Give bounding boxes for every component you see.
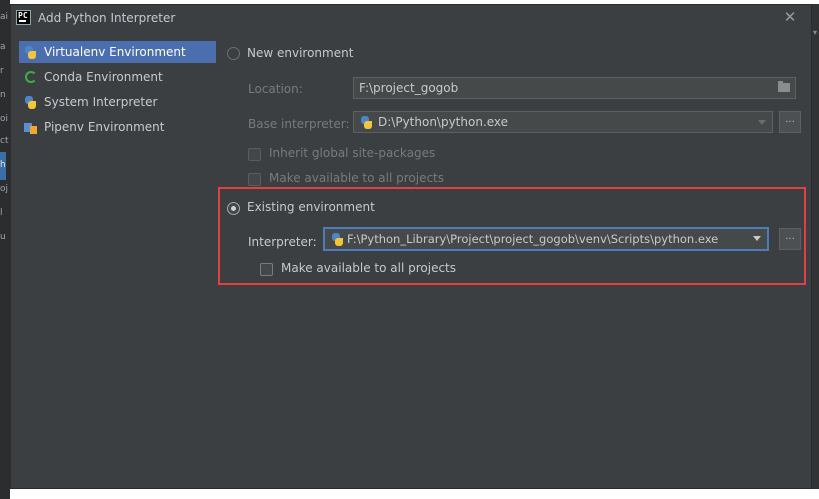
base-interpreter-select[interactable]: D:\Python\python.exe — [353, 111, 773, 133]
pipenv-icon — [24, 121, 37, 134]
add-python-interpreter-dialog: PC Add Python Interpreter ✕ Virtualenv E… — [10, 4, 812, 489]
environment-settings-panel: New environment Location: F:\project_gog… — [216, 31, 811, 490]
inherit-site-packages-label: Inherit global site-packages — [269, 146, 436, 160]
strip-fragment: r — [0, 66, 4, 76]
pycharm-logo-icon: PC — [16, 10, 31, 25]
sidebar-item-label: Pipenv Environment — [44, 120, 165, 134]
strip-fragment: ct — [0, 136, 9, 146]
conda-icon — [25, 71, 37, 83]
sidebar-item-label: System Interpreter — [44, 95, 158, 109]
base-interpreter-browse-button[interactable]: ... — [779, 111, 801, 133]
background-window-edge: ▾ — [812, 4, 819, 489]
base-interpreter-label: Base interpreter: — [248, 117, 350, 131]
strip-fragment: n — [0, 90, 6, 100]
existing-environment-radio[interactable] — [227, 202, 240, 215]
python-icon — [24, 45, 37, 59]
interpreter-value: F:\Python_Library\Project\project_gogob\… — [347, 232, 719, 246]
sidebar-item-conda[interactable]: Conda Environment — [19, 66, 216, 88]
interpreter-label: Interpreter: — [248, 235, 317, 249]
sidebar-item-pipenv[interactable]: Pipenv Environment — [19, 116, 216, 138]
sidebar-item-system-interpreter[interactable]: System Interpreter — [19, 91, 216, 113]
python-icon — [360, 116, 373, 129]
dialog-title: Add Python Interpreter — [38, 11, 176, 25]
new-env-make-available-label: Make available to all projects — [269, 171, 445, 185]
existing-env-make-available-checkbox[interactable] — [260, 263, 273, 276]
python-icon — [24, 95, 37, 109]
inherit-site-packages-checkbox[interactable] — [248, 148, 261, 161]
environment-type-list: Virtualenv Environment Conda Environment… — [11, 31, 216, 490]
strip-fragment: oi — [0, 114, 9, 124]
location-input[interactable]: F:\project_gogob — [353, 77, 796, 99]
close-icon[interactable]: ✕ — [781, 8, 799, 26]
new-environment-radio[interactable] — [227, 47, 240, 60]
sidebar-item-virtualenv[interactable]: Virtualenv Environment — [19, 41, 216, 63]
folder-icon[interactable] — [778, 81, 790, 92]
base-interpreter-value: D:\Python\python.exe — [378, 115, 509, 129]
sidebar-item-label: Conda Environment — [44, 70, 163, 84]
existing-environment-label: Existing environment — [247, 200, 375, 214]
strip-fragment: oj — [0, 184, 9, 194]
strip-fragment: u — [0, 232, 6, 242]
location-label: Location: — [248, 82, 303, 96]
interpreter-browse-button[interactable]: ... — [779, 228, 801, 250]
strip-fragment: a — [0, 42, 6, 52]
dialog-titlebar: PC Add Python Interpreter ✕ — [11, 5, 811, 31]
background-window-strip: ai a r n oi ct h oj l u — [0, 0, 10, 499]
chevron-down-icon — [758, 120, 766, 125]
sidebar-item-label: Virtualenv Environment — [44, 45, 186, 59]
location-value: F:\project_gogob — [359, 81, 459, 95]
interpreter-select[interactable]: F:\Python_Library\Project\project_gogob\… — [323, 227, 769, 251]
chevron-down-icon — [753, 236, 761, 241]
chevron-down-icon: ▾ — [813, 28, 818, 37]
existing-env-make-available-label: Make available to all projects — [281, 261, 457, 275]
new-environment-label: New environment — [247, 46, 354, 60]
strip-fragment: h — [0, 160, 6, 170]
strip-fragment: ai — [0, 12, 9, 22]
strip-fragment: l — [0, 208, 3, 218]
python-icon — [331, 233, 344, 246]
new-env-make-available-checkbox[interactable] — [248, 173, 261, 186]
